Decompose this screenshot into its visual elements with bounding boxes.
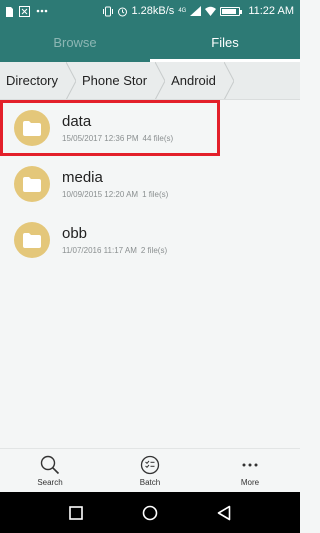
bottom-toolbar: Search Batch More: [0, 448, 300, 492]
breadcrumb-android[interactable]: Android: [165, 62, 224, 99]
folder-file-count: 44 file(s): [142, 134, 174, 143]
recents-icon[interactable]: [69, 505, 84, 520]
network-speed: 1.28kB/s: [131, 5, 175, 17]
tab-bar: Browse Files: [0, 22, 300, 62]
battery-icon: [220, 6, 243, 16]
more-icon: [242, 463, 258, 466]
breadcrumb-separator-icon: [223, 62, 234, 99]
breadcrumb-separator-icon: [66, 62, 77, 99]
folder-date: 11/07/2016 11:17 AM: [62, 246, 137, 255]
folder-row-obb[interactable]: obb 11/07/2016 11:17 AM 2 file(s): [0, 212, 300, 268]
search-label: Search: [37, 477, 63, 487]
folder-row-data[interactable]: data 15/05/2017 12:36 PM 44 file(s): [0, 100, 220, 156]
home-icon[interactable]: [142, 505, 158, 521]
folder-file-count: 2 file(s): [140, 246, 168, 255]
folder-file-count: 1 file(s): [142, 190, 169, 199]
status-bar: 1.28kB/s 4G 11:22 AM: [0, 0, 300, 22]
more-notifications-icon: [36, 9, 48, 13]
breadcrumb: Directory Phone Stor Android: [0, 62, 300, 100]
system-nav-bar: [0, 492, 300, 533]
network-type: 4G: [178, 8, 187, 14]
search-icon: [40, 455, 60, 474]
more-button[interactable]: More: [200, 449, 300, 492]
breadcrumb-separator-icon: [155, 62, 166, 99]
folder-name: obb: [62, 225, 88, 242]
clock: 11:22 AM: [248, 5, 294, 17]
folder-icon: [14, 110, 50, 146]
folder-name: data: [62, 113, 92, 130]
more-label: More: [240, 477, 260, 487]
breadcrumb-directory[interactable]: Directory: [0, 62, 66, 99]
folder-icon: [14, 222, 50, 258]
tab-browse[interactable]: Browse: [0, 22, 150, 62]
folder-date: 15/05/2017 12:36 PM: [62, 134, 139, 143]
alarm-icon: [117, 6, 128, 17]
sim-icon: [6, 6, 13, 17]
folder-icon: [14, 166, 50, 202]
folder-date: 10/09/2015 12:20 AM: [62, 190, 139, 199]
tab-files[interactable]: Files: [150, 22, 300, 62]
back-icon[interactable]: [217, 505, 231, 521]
batch-label: Batch: [139, 477, 161, 487]
wifi-icon: [205, 6, 217, 16]
folder-name: media: [62, 169, 103, 186]
file-list: data 15/05/2017 12:36 PM 44 file(s) media…: [0, 100, 300, 268]
batch-icon: [140, 455, 160, 474]
breadcrumb-phone-storage[interactable]: Phone Stor: [76, 62, 155, 99]
vibrate-icon: [102, 6, 113, 17]
search-button[interactable]: Search: [0, 449, 100, 492]
batch-button[interactable]: Batch: [100, 449, 200, 492]
folder-row-media[interactable]: media 10/09/2015 12:20 AM 1 file(s): [0, 156, 300, 212]
notification-icon: [19, 5, 30, 17]
signal-icon: [190, 6, 202, 16]
